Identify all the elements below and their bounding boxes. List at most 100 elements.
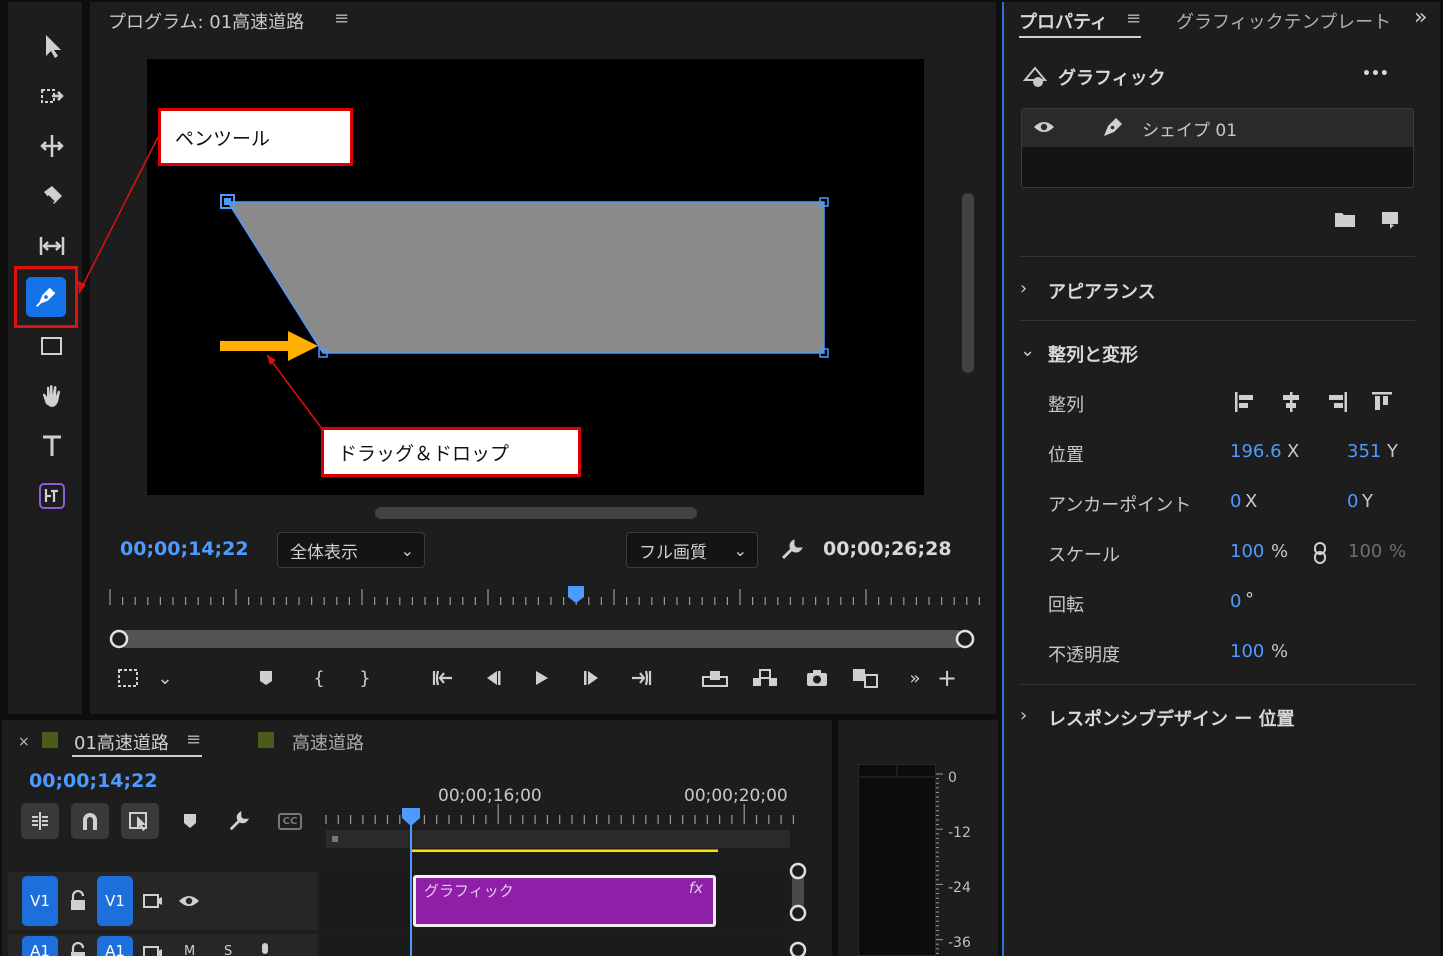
playhead-timecode[interactable]: 00;00;14;22 xyxy=(120,538,249,560)
track-target-a1[interactable]: A1 xyxy=(97,936,133,956)
section-divider xyxy=(1020,256,1415,257)
playhead-line[interactable] xyxy=(410,822,412,956)
section-divider xyxy=(1020,684,1415,685)
insert-nest-icon[interactable] xyxy=(21,803,59,839)
solo-button[interactable]: S xyxy=(224,944,232,956)
more-options-icon[interactable]: ••• xyxy=(1362,66,1389,82)
panel-menu-icon[interactable]: ≡ xyxy=(186,729,201,750)
vertical-zoom-scrollbar[interactable] xyxy=(786,860,810,956)
rotation-value[interactable]: 0 xyxy=(1230,591,1241,612)
camera-icon[interactable] xyxy=(802,665,832,691)
anchor-y-value[interactable]: 0 xyxy=(1347,491,1358,512)
chevron-right-icon[interactable]: › xyxy=(1020,705,1027,726)
step-back-icon[interactable] xyxy=(478,665,508,691)
align-right-icon[interactable] xyxy=(1325,390,1349,418)
pen-tool-highlight[interactable] xyxy=(14,266,78,328)
appearance-section[interactable]: アピアランス xyxy=(1048,278,1156,304)
captions-icon[interactable]: CC xyxy=(278,813,302,830)
slip-tool-icon[interactable] xyxy=(30,226,74,266)
tab-graphic-templates[interactable]: グラフィックテンプレート xyxy=(1176,8,1404,34)
link-icon[interactable] xyxy=(1312,541,1328,569)
lift-icon[interactable] xyxy=(700,665,730,691)
position-y-value[interactable]: 351 xyxy=(1347,441,1381,462)
linked-selection-icon[interactable] xyxy=(121,803,159,839)
type-tool-icon[interactable] xyxy=(30,426,74,466)
eye-icon[interactable] xyxy=(1033,119,1055,139)
snap-magnet-icon[interactable] xyxy=(71,803,109,839)
tab-properties[interactable]: プロパティ xyxy=(1019,8,1108,34)
scale-width-value: 100 xyxy=(1348,541,1383,562)
more-controls-icon[interactable]: » xyxy=(900,665,930,691)
track-select-tool-icon[interactable] xyxy=(30,76,74,116)
chevron-down-icon[interactable]: ⌄ xyxy=(1020,340,1035,361)
meter-divider xyxy=(896,764,898,776)
go-to-out-icon[interactable] xyxy=(626,665,656,691)
sync-lock-icon[interactable] xyxy=(142,944,164,956)
step-forward-icon[interactable] xyxy=(576,665,606,691)
timeline-timecode[interactable]: 00;00;14;22 xyxy=(29,770,158,792)
mark-in-icon[interactable]: { xyxy=(304,665,334,691)
track-target-v1[interactable]: V1 xyxy=(97,876,133,926)
hand-tool-icon[interactable] xyxy=(30,376,74,416)
position-x-unit: X xyxy=(1287,441,1300,462)
align-top-icon[interactable] xyxy=(1370,390,1394,418)
horizontal-scrollbar[interactable] xyxy=(375,507,697,519)
extract-icon[interactable] xyxy=(750,665,780,691)
anchor-y-unit: Y xyxy=(1362,491,1373,512)
source-patch-a1[interactable]: A1 xyxy=(22,936,58,956)
new-group-folder-icon[interactable] xyxy=(1334,210,1356,232)
compare-view-icon[interactable] xyxy=(850,665,880,691)
zoom-level-select[interactable]: 全体表示 ⌄ xyxy=(277,532,425,568)
chevron-right-icon[interactable]: › xyxy=(1020,278,1027,299)
play-icon[interactable] xyxy=(526,665,556,691)
selection-tool-icon[interactable] xyxy=(30,26,74,66)
safe-margins-icon[interactable] xyxy=(113,665,143,691)
lock-icon[interactable] xyxy=(68,941,88,956)
layer-name[interactable]: シェイプ 01 xyxy=(1142,116,1237,141)
eye-icon[interactable] xyxy=(178,893,200,913)
add-button-icon[interactable]: + xyxy=(932,664,962,692)
tab-sequence-active[interactable]: 01高速道路 xyxy=(74,729,169,755)
panel-menu-icon[interactable]: ≡ xyxy=(334,8,349,29)
anchor-x-value[interactable]: 0 xyxy=(1230,491,1241,512)
tab-sequence[interactable]: 高速道路 xyxy=(292,729,364,755)
source-patch-v1[interactable]: V1 xyxy=(22,876,58,926)
position-x-value[interactable]: 196.6 xyxy=(1230,441,1282,462)
pen-tool-icon[interactable] xyxy=(26,277,66,317)
playback-resolution-select[interactable]: フル画質 ⌄ xyxy=(626,532,758,568)
add-marker-icon[interactable] xyxy=(251,665,281,691)
razor-tool-icon[interactable] xyxy=(30,176,74,216)
sync-lock-icon[interactable] xyxy=(142,892,164,914)
track-lane-a1[interactable] xyxy=(320,934,790,956)
align-center-icon[interactable] xyxy=(1279,390,1303,418)
vertical-scrollbar[interactable] xyxy=(962,193,974,373)
microphone-icon[interactable] xyxy=(258,942,272,956)
chevron-down-icon[interactable]: ⌄ xyxy=(150,665,180,691)
rectangle-tool-icon[interactable] xyxy=(30,326,74,366)
new-layer-icon[interactable] xyxy=(1380,210,1400,234)
tab-overflow-icon[interactable]: » xyxy=(1414,5,1427,30)
program-monitor-title[interactable]: プログラム: 01高速道路 xyxy=(108,8,304,34)
position-label: 位置 xyxy=(1048,445,1084,466)
mark-out-icon[interactable]: } xyxy=(350,665,380,691)
remix-tool-icon[interactable] xyxy=(30,476,74,516)
timeline-clip[interactable]: グラフィック fx xyxy=(413,875,716,927)
add-marker-icon[interactable] xyxy=(182,813,198,833)
responsive-design-section[interactable]: レスポンシブデザイン ー 位置 xyxy=(1048,705,1295,731)
ripple-edit-tool-icon[interactable] xyxy=(30,126,74,166)
section-divider xyxy=(1020,320,1415,321)
scale-value[interactable]: 100 xyxy=(1230,541,1264,562)
align-transform-section[interactable]: 整列と変形 xyxy=(1048,341,1138,367)
work-area-bar xyxy=(326,830,790,848)
mute-button[interactable]: M xyxy=(184,944,195,956)
wrench-icon[interactable] xyxy=(228,810,250,836)
program-time-ruler[interactable] xyxy=(100,585,985,655)
lock-icon[interactable] xyxy=(68,889,88,916)
fx-badge[interactable]: fx xyxy=(689,879,703,897)
wrench-icon[interactable] xyxy=(780,538,804,566)
align-left-icon[interactable] xyxy=(1233,390,1257,418)
opacity-value[interactable]: 100 xyxy=(1230,641,1264,662)
panel-menu-icon[interactable]: ≡ xyxy=(1126,8,1141,29)
go-to-in-icon[interactable] xyxy=(428,665,458,691)
close-tab-icon[interactable]: × xyxy=(18,734,30,750)
